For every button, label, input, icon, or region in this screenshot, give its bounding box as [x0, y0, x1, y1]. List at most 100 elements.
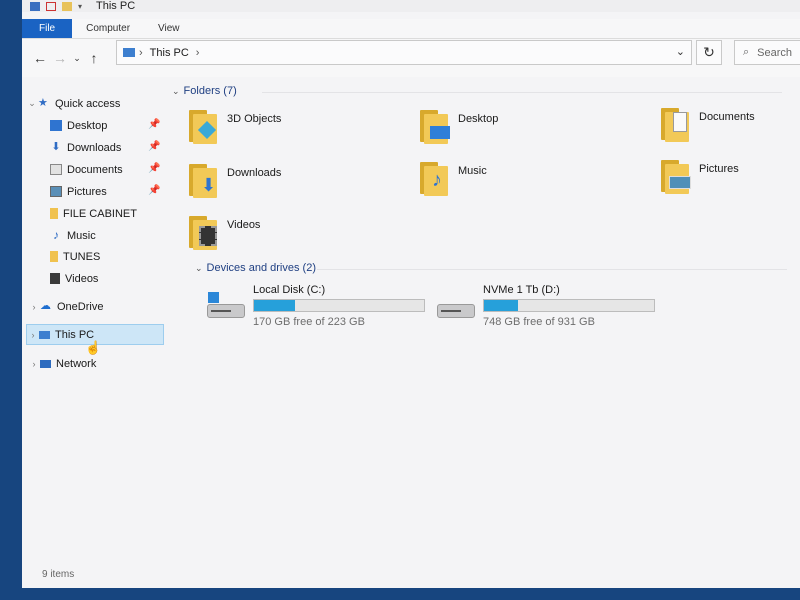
breadcrumb-chevron-icon[interactable]: › [139, 47, 143, 59]
search-placeholder: Search [757, 46, 793, 59]
sidebar-item-music[interactable]: ♪ Music [50, 225, 96, 246]
ribbon-tabs: File Computer View [22, 19, 800, 39]
address-bar[interactable]: › This PC › ⌄ [116, 40, 692, 65]
folder-label: Pictures [699, 163, 739, 175]
downloads-folder-icon: ⬇ [187, 162, 219, 198]
sidebar-item-label: Downloads [67, 141, 122, 154]
window-title: This PC [96, 0, 136, 12]
folder-label: 3D Objects [227, 113, 282, 125]
sidebar-item-label: Music [67, 229, 96, 242]
sidebar-item-desktop[interactable]: Desktop [50, 115, 107, 136]
folder-videos[interactable]: Videos [187, 214, 260, 250]
status-bar-item-count: 9 items [42, 569, 75, 580]
navigation-pane: ⌄ ★ Quick access Desktop 📌 ⬇ Downloads 📌… [22, 90, 167, 560]
properties-icon[interactable] [46, 1, 56, 11]
expand-chevron-icon[interactable]: › [28, 302, 40, 312]
forward-arrow-icon[interactable]: → [50, 50, 70, 66]
sidebar-item-quick-access[interactable]: ⌄ ★ Quick access [26, 93, 120, 114]
up-arrow-icon[interactable]: ↑ [84, 50, 104, 66]
folder-downloads[interactable]: ⬇ Downloads [187, 162, 281, 198]
title-bar: ▾ This PC [22, 0, 800, 12]
drive-name: NVMe 1 Tb (D:) [483, 284, 560, 296]
breadcrumb-this-pc[interactable]: This PC [150, 47, 189, 59]
collapse-chevron-icon[interactable]: ⌄ [195, 263, 203, 274]
sidebar-item-downloads[interactable]: ⬇ Downloads [50, 137, 121, 158]
3d-objects-icon [187, 108, 219, 144]
network-icon [40, 359, 51, 368]
sidebar-item-videos[interactable]: Videos [50, 268, 98, 289]
music-folder-icon: ♪ [418, 160, 450, 196]
folder-pictures[interactable]: Pictures [659, 158, 739, 194]
pictures-folder-icon [659, 158, 691, 194]
drive-free-space: 748 GB free of 931 GB [483, 316, 595, 328]
cloud-icon: ☁ [40, 300, 51, 312]
folder-icon [50, 251, 58, 262]
sidebar-item-label: Documents [67, 163, 123, 176]
expand-chevron-icon[interactable]: › [27, 330, 39, 340]
drive-usage-fill [254, 300, 295, 311]
section-title: Folders (7) [183, 85, 237, 97]
sidebar-item-label: Network [56, 357, 97, 370]
star-icon: ★ [38, 97, 48, 109]
videos-folder-icon [187, 214, 219, 250]
expand-chevron-icon[interactable]: › [28, 359, 40, 369]
refresh-button[interactable]: ↻ [696, 40, 722, 65]
content-pane: ⌄ Folders (7) 3D Objects Desktop Documen… [167, 78, 800, 558]
sidebar-item-documents[interactable]: Documents [50, 159, 123, 180]
sidebar-item-tunes[interactable]: TUNES [50, 246, 100, 267]
navigation-bar: ← → ⌄ ↑ › This PC › ⌄ ↻ ⌕ Search [22, 39, 800, 77]
drive-usage-bar [253, 299, 425, 312]
sidebar-item-pictures[interactable]: Pictures [50, 181, 107, 202]
drives-section-header[interactable]: ⌄ Devices and drives (2) [195, 262, 316, 274]
pictures-icon [50, 186, 62, 197]
folder-3d-objects[interactable]: 3D Objects [187, 108, 281, 144]
drive-name: Local Disk (C:) [253, 284, 326, 296]
documents-icon [50, 164, 62, 175]
sidebar-item-label: Pictures [67, 185, 107, 198]
sidebar-item-label: Videos [65, 272, 99, 285]
drive-d[interactable]: NVMe 1 Tb (D:) 748 GB free of 931 GB [437, 284, 655, 328]
pin-icon[interactable]: 📌 [148, 119, 160, 130]
folder-label: Desktop [458, 113, 499, 125]
collapse-chevron-icon[interactable]: ⌄ [172, 86, 180, 97]
folder-desktop[interactable]: Desktop [418, 108, 498, 144]
folder-label: Downloads [227, 167, 282, 179]
documents-folder-icon [659, 106, 691, 142]
pin-icon[interactable]: 📌 [148, 185, 160, 196]
sidebar-item-file-cabinet[interactable]: FILE CABINET [50, 203, 137, 224]
tab-computer[interactable]: Computer [72, 19, 144, 38]
drive-free-space: 170 GB free of 223 GB [253, 316, 365, 328]
drive-usage-bar [483, 299, 655, 312]
this-pc-icon [123, 48, 135, 57]
computer-icon [39, 330, 50, 339]
pin-icon[interactable]: 📌 [148, 163, 160, 174]
customize-toolbar-icon[interactable]: ▾ [78, 2, 82, 11]
section-divider [317, 269, 787, 270]
address-dropdown-icon[interactable]: ⌄ [676, 45, 685, 58]
back-arrow-icon[interactable]: ← [30, 50, 50, 66]
sidebar-item-label: Desktop [67, 119, 108, 132]
tab-file[interactable]: File [22, 19, 73, 38]
file-explorer-window: ▾ This PC File Computer View ← → ⌄ ↑ › T… [22, 0, 800, 588]
sidebar-item-onedrive[interactable]: › ☁ OneDrive [28, 296, 104, 317]
folder-music[interactable]: ♪ Music [418, 160, 487, 196]
new-folder-icon[interactable] [62, 1, 72, 11]
sidebar-item-label: This PC [55, 328, 95, 341]
drive-c[interactable]: Local Disk (C:) 170 GB free of 223 GB [207, 284, 425, 328]
tab-view[interactable]: View [144, 19, 194, 38]
folder-icon [50, 208, 58, 219]
pin-icon[interactable]: 📌 [148, 141, 160, 152]
desktop-folder-icon [418, 108, 450, 144]
sidebar-item-network[interactable]: › Network [28, 353, 97, 374]
breadcrumb-chevron-icon[interactable]: › [196, 47, 200, 59]
search-box[interactable]: ⌕ Search [734, 40, 800, 65]
drive-usage-fill [484, 300, 518, 311]
folders-section-header[interactable]: ⌄ Folders (7) [172, 85, 237, 97]
explorer-icon[interactable] [30, 1, 40, 11]
folder-label: Music [458, 165, 487, 177]
recent-locations-icon[interactable]: ⌄ [70, 53, 84, 64]
expand-chevron-icon[interactable]: ⌄ [26, 98, 38, 109]
folder-documents[interactable]: Documents [659, 106, 755, 142]
desktop-icon [50, 120, 62, 131]
sidebar-item-label: FILE CABINET [63, 207, 137, 220]
